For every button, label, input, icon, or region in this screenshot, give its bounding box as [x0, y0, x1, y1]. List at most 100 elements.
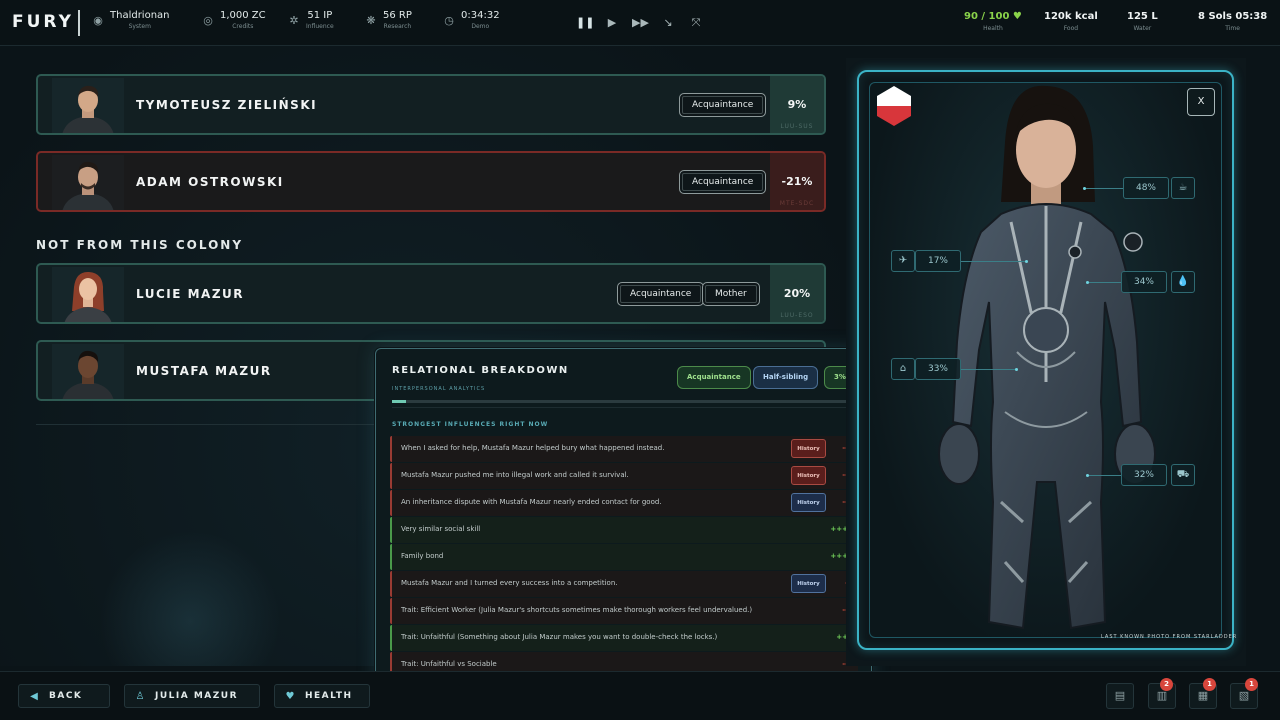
- influence-text: Family bond: [401, 552, 444, 560]
- relationship-tag[interactable]: Mother: [702, 282, 760, 306]
- history-badge[interactable]: History: [791, 439, 826, 458]
- play-icon[interactable]: ▶: [604, 14, 620, 32]
- stat-anchor-dot: [1083, 187, 1086, 190]
- demo-timer-stat[interactable]: ◷ 0:34:32 Demo: [443, 10, 500, 30]
- stat-tag-shopping: 32%: [1121, 464, 1167, 486]
- game-logo: FURY: [12, 12, 74, 32]
- food-value: 120k kcal: [1044, 11, 1098, 22]
- influence-text: An inheritance dispute with Mustafa Mazu…: [401, 498, 662, 506]
- relation-card-tymoteusz[interactable]: Tymoteusz Zieliński Acquaintance 9% LUU-S…: [36, 74, 826, 135]
- fast-forward-icon[interactable]: ▶▶: [632, 14, 649, 32]
- cart-icon: ⛟: [1171, 464, 1195, 486]
- atom-icon: ❋: [366, 14, 376, 27]
- plane-icon: ✈: [891, 250, 915, 272]
- influence-text: Mustafa Mazur and I turned every success…: [401, 579, 618, 587]
- influence-value: 51 IP: [307, 10, 333, 21]
- back-label: BACK: [49, 691, 83, 701]
- system-value: Thaldrionan: [110, 10, 170, 21]
- portrait-avatar: [52, 155, 124, 210]
- history-badge[interactable]: History: [791, 574, 826, 593]
- credits-value: 1,000 ZC: [220, 10, 266, 21]
- time-stat[interactable]: 8 Sols 05:38 Time: [1198, 11, 1267, 32]
- stat-anchor-dot: [1015, 368, 1018, 371]
- stat-anchor-dot: [1086, 474, 1089, 477]
- photo-caption: LAST KNOWN PHOTO FROM STARLADDER: [1101, 634, 1238, 640]
- health-tab[interactable]: ♥ HEALTH: [274, 684, 370, 708]
- influence-text: Mustafa Mazur pushed me into illegal wor…: [401, 471, 629, 479]
- person-name: Tymoteusz Zieliński: [136, 98, 318, 112]
- relation-chip: Half-sibling: [753, 366, 819, 389]
- section-title: NOT FROM THIS COLONY: [36, 238, 244, 252]
- demo-timer-label: Demo: [471, 23, 490, 30]
- portrait-avatar: [52, 344, 124, 399]
- person-tab-label: JULIA MAZUR: [155, 691, 239, 701]
- close-button[interactable]: X: [1187, 88, 1215, 116]
- relationship-tag[interactable]: Acquaintance: [679, 170, 767, 194]
- history-badge[interactable]: History: [791, 493, 826, 512]
- influence-list: When I asked for help, Mustafa Mazur hel…: [390, 436, 858, 706]
- sleep-icon: ⌂: [891, 358, 915, 380]
- relationship-tag[interactable]: Acquaintance: [617, 282, 705, 306]
- portrait-avatar: [52, 267, 124, 322]
- notification-badge: 1: [1245, 678, 1258, 691]
- influence-row: Very similar social skill +++: [390, 517, 858, 543]
- notification-badge: 1: [1203, 678, 1216, 691]
- person-icon: ♙: [135, 690, 145, 702]
- portrait-avatar: [52, 78, 124, 133]
- relationship-tag[interactable]: Acquaintance: [679, 93, 767, 117]
- percent-code: MTE-SDC: [779, 200, 815, 207]
- influence-stat[interactable]: ✲ 51 IP Influence: [288, 10, 333, 30]
- food-stat[interactable]: 120k kcal Food: [1044, 11, 1098, 32]
- progress-fill: [392, 400, 406, 403]
- person-name: Adam Ostrowski: [136, 175, 284, 189]
- logo-divider: [78, 10, 80, 36]
- credits-stat[interactable]: ◎ 1,000 ZC Credits: [202, 10, 266, 30]
- relation-card-lucie[interactable]: Lucie Mazur Acquaintance Mother 20% LUU-E…: [36, 263, 826, 324]
- stat-anchor-dot: [1086, 281, 1089, 284]
- credits-label: Credits: [232, 23, 254, 30]
- clock-icon: ◷: [444, 14, 454, 27]
- speed-off-icon[interactable]: ⤧: [688, 14, 704, 32]
- stat-leader-line: [1085, 188, 1123, 189]
- planet-icon: ◉: [93, 14, 103, 27]
- time-label: Time: [1225, 25, 1240, 32]
- demo-timer-value: 0:34:32: [461, 10, 500, 21]
- notification-badge: 2: [1160, 678, 1173, 691]
- influence-text: Very similar social skill: [401, 525, 481, 533]
- pause-icon[interactable]: ❚❚: [576, 14, 594, 32]
- research-stat[interactable]: ❋ 56 RP Research: [365, 10, 412, 30]
- coin-icon: ◎: [203, 14, 213, 27]
- system-label: System: [128, 23, 151, 30]
- heart-icon: ♥: [285, 690, 295, 702]
- water-stat[interactable]: 125 L Water: [1127, 11, 1158, 32]
- stat-tag-travel: 17%: [915, 250, 961, 272]
- person-name: Mustafa Mazur: [136, 364, 272, 378]
- research-label: Research: [383, 23, 412, 30]
- percent-value: 9%: [787, 98, 807, 111]
- relationship-percent: -21% MTE-SDC: [770, 153, 824, 210]
- back-button[interactable]: ◀ BACK: [18, 684, 110, 708]
- influence-icon: ✲: [289, 14, 299, 27]
- influence-row: Trait: Efficient Worker (Julia Mazur's s…: [390, 598, 858, 624]
- water-value: 125 L: [1127, 11, 1158, 22]
- stat-tag-water: 34%: [1121, 271, 1167, 293]
- speed-down-icon[interactable]: ↘: [660, 14, 676, 32]
- health-stat[interactable]: 90 / 100 ♥ Health: [964, 11, 1022, 32]
- speed-controls: ❚❚ ▶ ▶▶ ↘ ⤧: [576, 14, 704, 32]
- time-value: 8 Sols 05:38: [1198, 11, 1268, 22]
- influence-text: Trait: Efficient Worker (Julia Mazur's s…: [401, 606, 753, 614]
- influence-text: When I asked for help, Mustafa Mazur hel…: [401, 444, 665, 452]
- relationship-percent: 9% LUU-SUS: [770, 76, 824, 133]
- popup-subtitle: INTERPERSONAL ANALYTICS: [392, 386, 486, 392]
- stat-anchor-dot: [1025, 260, 1028, 263]
- stat-leader-line: [961, 261, 1026, 262]
- health-value: 90 / 100 ♥: [964, 11, 1022, 22]
- person-tab[interactable]: ♙ JULIA MAZUR: [124, 684, 260, 708]
- stat-leader-line: [1088, 282, 1121, 283]
- influence-row: Family bond +++: [390, 544, 858, 570]
- system-stat[interactable]: ◉ Thaldrionan System: [92, 10, 170, 30]
- history-badge[interactable]: History: [791, 466, 826, 485]
- person-name: Lucie Mazur: [136, 287, 245, 301]
- document-icon[interactable]: ▤: [1106, 683, 1134, 709]
- relation-card-adam[interactable]: Adam Ostrowski Acquaintance -21% MTE-SDC: [36, 151, 826, 212]
